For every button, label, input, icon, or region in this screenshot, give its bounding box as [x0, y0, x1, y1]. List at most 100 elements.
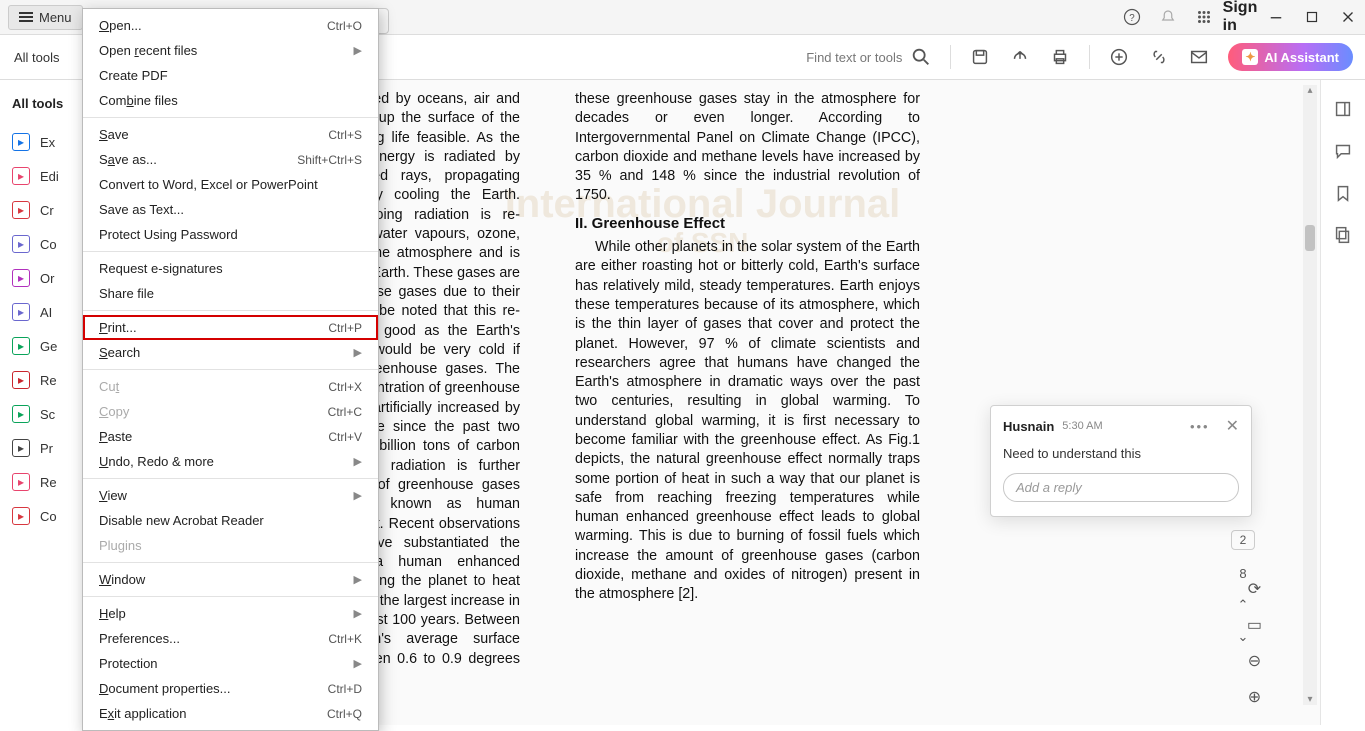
menu-item-open-[interactable]: Open...Ctrl+O	[83, 13, 378, 38]
menu-item-cut: CutCtrl+X	[83, 374, 378, 399]
sidebar-heading: All tools	[0, 90, 84, 125]
sidebar-item-5[interactable]: ▸AI	[0, 295, 84, 329]
section-heading: II. Greenhouse Effect	[575, 214, 920, 234]
sidebar-item-label: Sc	[40, 407, 55, 422]
page-current[interactable]: 2	[1231, 530, 1256, 550]
menu-item-save-as-[interactable]: Save as...Shift+Ctrl+S	[83, 147, 378, 172]
rotate-icon[interactable]: ⟳	[1248, 579, 1261, 599]
menu-item-window[interactable]: Window▶	[83, 567, 378, 592]
menu-button[interactable]: Menu	[8, 5, 83, 30]
menu-item-convert-to-word-excel-or-powerpoint[interactable]: Convert to Word, Excel or PowerPoint	[83, 172, 378, 197]
submenu-arrow-icon: ▶	[354, 573, 362, 586]
menu-item-save[interactable]: SaveCtrl+S	[83, 122, 378, 147]
menu-item-protection[interactable]: Protection▶	[83, 651, 378, 676]
menu-item-search[interactable]: Search▶	[83, 340, 378, 365]
menu-item-preferences-[interactable]: Preferences...Ctrl+K	[83, 626, 378, 651]
menu-item-label: Exit application	[99, 706, 327, 721]
sidebar-item-1[interactable]: ▸Edi	[0, 159, 84, 193]
scroll-up-icon[interactable]: ▴	[1303, 85, 1317, 96]
menu-item-label: Open...	[99, 18, 327, 33]
comment-close-icon[interactable]: ✕	[1226, 416, 1239, 436]
rail-comment-icon[interactable]	[1332, 140, 1354, 162]
menu-item-paste[interactable]: PasteCtrl+V	[83, 424, 378, 449]
sidebar: All tools ▸Ex▸Edi▸Cr▸Co▸Or▸AI▸Ge▸Re▸Sc▸P…	[0, 80, 85, 725]
menu-item-document-properties-[interactable]: Document properties...Ctrl+D	[83, 676, 378, 701]
menu-item-label: Print...	[99, 320, 328, 335]
submenu-arrow-icon: ▶	[354, 489, 362, 502]
menu-item-share-file[interactable]: Share file	[83, 281, 378, 306]
sidebar-item-2[interactable]: ▸Cr	[0, 193, 84, 227]
signin-link[interactable]: Sign in	[1231, 8, 1249, 26]
rail-copy-icon[interactable]	[1332, 224, 1354, 246]
upload-icon[interactable]	[1009, 46, 1031, 68]
sidebar-item-11[interactable]: ▸Co	[0, 499, 84, 533]
rail-panel-icon[interactable]	[1332, 98, 1354, 120]
ai-assistant-button[interactable]: ✦ AI Assistant	[1228, 43, 1353, 71]
menu-item-shortcut: Ctrl+Q	[327, 707, 362, 721]
sidebar-item-icon: ▸	[12, 235, 30, 253]
menu-item-exit-application[interactable]: Exit applicationCtrl+Q	[83, 701, 378, 726]
scrollbar[interactable]: ▴ ▾	[1303, 85, 1317, 705]
sidebar-item-9[interactable]: ▸Pr	[0, 431, 84, 465]
zoom-out-icon[interactable]: ⊖	[1248, 651, 1261, 671]
ai-label: AI Assistant	[1264, 50, 1339, 65]
sidebar-item-label: Pr	[40, 441, 53, 456]
maximize-icon[interactable]	[1303, 8, 1321, 26]
menu-item-shortcut: Shift+Ctrl+S	[297, 153, 362, 167]
sidebar-item-label: Or	[40, 271, 54, 286]
sidebar-item-7[interactable]: ▸Re	[0, 363, 84, 397]
submenu-arrow-icon: ▶	[354, 44, 362, 57]
comment-more-icon[interactable]: •••	[1190, 419, 1210, 434]
sidebar-item-8[interactable]: ▸Sc	[0, 397, 84, 431]
comment-time: 5:30 AM	[1062, 420, 1102, 432]
menu-item-protect-using-password[interactable]: Protect Using Password	[83, 222, 378, 247]
scroll-thumb[interactable]	[1305, 225, 1315, 251]
sidebar-item-6[interactable]: ▸Ge	[0, 329, 84, 363]
menu-item-label: Search	[99, 345, 354, 360]
close-icon[interactable]	[1339, 8, 1357, 26]
comment-add-icon[interactable]	[1108, 46, 1130, 68]
tab-all-tools[interactable]: All tools	[12, 44, 62, 71]
submenu-arrow-icon: ▶	[354, 346, 362, 359]
scroll-down-icon[interactable]: ▾	[1303, 694, 1317, 705]
link-icon[interactable]	[1148, 46, 1170, 68]
rail-bookmark-icon[interactable]	[1332, 182, 1354, 204]
menu-item-label: Save as...	[99, 152, 297, 167]
menu-item-copy: CopyCtrl+C	[83, 399, 378, 424]
menu-item-label: Preferences...	[99, 631, 328, 646]
sidebar-item-3[interactable]: ▸Co	[0, 227, 84, 261]
menu-item-label: Window	[99, 572, 354, 587]
zoom-in-icon[interactable]: ⊕	[1248, 687, 1261, 707]
help-icon[interactable]: ?	[1123, 8, 1141, 26]
menu-item-undo-redo-more[interactable]: Undo, Redo & more▶	[83, 449, 378, 474]
menu-item-help[interactable]: Help▶	[83, 601, 378, 626]
comment-author: Husnain	[1003, 419, 1054, 434]
bell-icon[interactable]	[1159, 8, 1177, 26]
menu-item-shortcut: Ctrl+P	[328, 321, 362, 335]
sidebar-item-4[interactable]: ▸Or	[0, 261, 84, 295]
minimize-icon[interactable]	[1267, 8, 1285, 26]
save-icon[interactable]	[969, 46, 991, 68]
menu-item-print-[interactable]: Print...Ctrl+P	[83, 315, 378, 340]
menu-item-label: Create PDF	[99, 68, 362, 83]
print-icon[interactable]	[1049, 46, 1071, 68]
search-input[interactable]: Find text or tools	[806, 46, 932, 68]
menu-item-request-e-signatures[interactable]: Request e-signatures	[83, 256, 378, 281]
menu-item-label: Convert to Word, Excel or PowerPoint	[99, 177, 362, 192]
menu-item-label: Save	[99, 127, 328, 142]
fit-icon[interactable]: ▭	[1247, 615, 1262, 635]
apps-icon[interactable]	[1195, 8, 1213, 26]
menu-item-open-recent-files[interactable]: Open recent files▶	[83, 38, 378, 63]
menu-item-create-pdf[interactable]: Create PDF	[83, 63, 378, 88]
comment-reply-input[interactable]: Add a reply	[1003, 473, 1239, 502]
menu-item-shortcut: Ctrl+O	[327, 19, 362, 33]
hamburger-icon	[19, 12, 33, 22]
sidebar-item-10[interactable]: ▸Re	[0, 465, 84, 499]
menu-item-combine-files[interactable]: Combine files	[83, 88, 378, 113]
mail-icon[interactable]	[1188, 46, 1210, 68]
menu-item-save-as-text-[interactable]: Save as Text...	[83, 197, 378, 222]
menu-item-label: Protection	[99, 656, 354, 671]
menu-item-view[interactable]: View▶	[83, 483, 378, 508]
sidebar-item-0[interactable]: ▸Ex	[0, 125, 84, 159]
menu-item-disable-new-acrobat-reader[interactable]: Disable new Acrobat Reader	[83, 508, 378, 533]
